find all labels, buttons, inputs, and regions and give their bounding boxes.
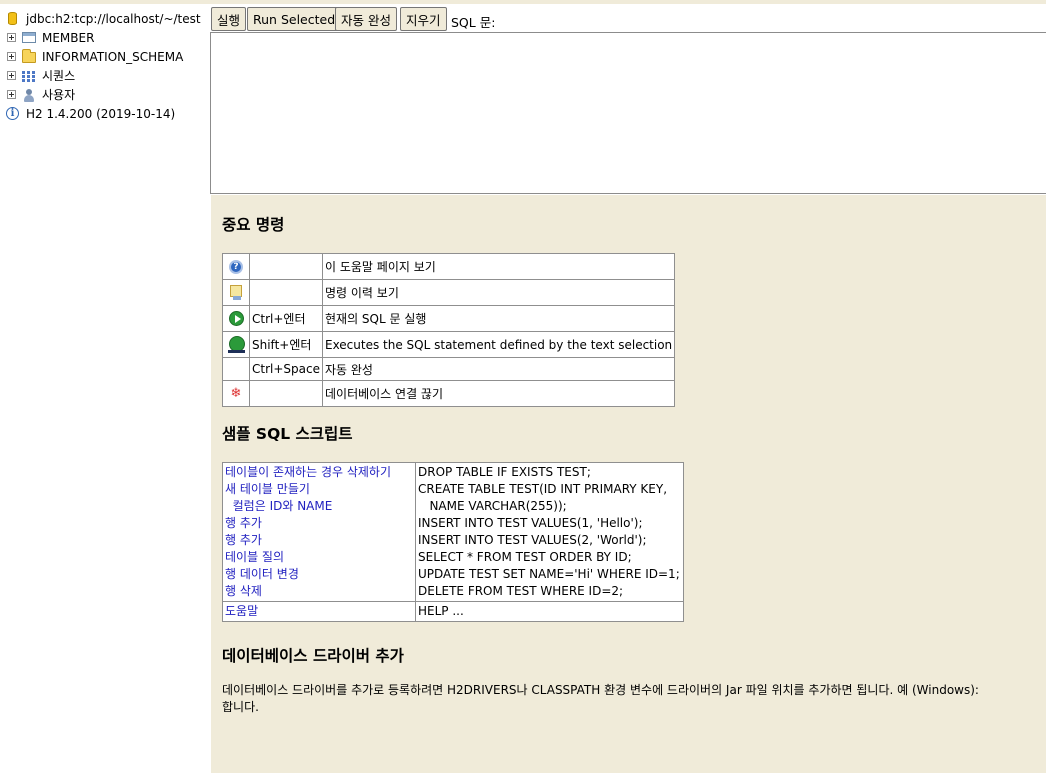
driver-description: 데이터베이스 드라이버를 추가로 등록하려면 H2DRIVERS나 CLASSP…	[222, 682, 1046, 716]
sample-sql: SELECT * FROM TEST ORDER BY ID;	[418, 550, 632, 564]
tree-version: i H2 1.4.200 (2019-10-14)	[0, 104, 175, 123]
command-row: 명령 이력 보기	[222, 279, 676, 306]
expand-icon[interactable]	[7, 90, 16, 99]
sample-link[interactable]: 테이블이 존재하는 경우 삭제하기	[225, 464, 413, 481]
sample-link[interactable]: 행 삭제	[225, 583, 413, 600]
command-key: Ctrl+Space	[249, 357, 323, 381]
expand-icon[interactable]	[7, 52, 16, 61]
tree-connection[interactable]: jdbc:h2:tcp://localhost/~/test	[0, 9, 201, 28]
tree-item-label: 사용자	[42, 88, 76, 102]
sample-sql-table: 테이블이 존재하는 경우 삭제하기 새 테이블 만들기 컬럼은 ID와 NAME…	[222, 462, 684, 622]
important-commands-heading: 중요 명령	[222, 216, 285, 234]
tree-item-information-schema[interactable]: INFORMATION_SCHEMA	[0, 47, 183, 66]
command-key	[249, 380, 323, 407]
help-row: 도움말 HELP ...	[222, 601, 684, 622]
help-sql: HELP ...	[415, 601, 684, 622]
tree-item-users[interactable]: 사용자	[0, 85, 75, 104]
command-desc: 현재의 SQL 문 실행	[321, 305, 676, 332]
command-desc: 데이터베이스 연결 끊기	[321, 380, 676, 407]
sample-sql-heading: 샘플 SQL 스크립트	[222, 425, 353, 443]
toolbar: 실행 Run Selected 자동 완성 지우기 SQL 문:	[210, 4, 1046, 32]
driver-desc-line: 합니다.	[222, 700, 259, 714]
sample-link[interactable]: 행 데이터 변경	[225, 566, 413, 583]
object-tree: jdbc:h2:tcp://localhost/~/test MEMBER IN…	[0, 8, 210, 773]
command-key: Ctrl+엔터	[249, 305, 323, 332]
tree-item-label: 시퀀스	[42, 69, 76, 83]
info-icon: i	[6, 107, 19, 120]
run-icon[interactable]	[228, 311, 244, 326]
tree-item-member[interactable]: MEMBER	[0, 28, 94, 47]
sample-sql: DROP TABLE IF EXISTS TEST;	[418, 465, 591, 479]
help-icon[interactable]: ?	[229, 259, 243, 274]
help-panel: 중요 명령 ? 이 도움말 페이지 보기 명령 이력 보기 Ctrl+엔터 현재…	[211, 195, 1046, 773]
run-selected-icon[interactable]	[227, 336, 245, 353]
command-row: ❄ 데이터베이스 연결 끊기	[222, 380, 676, 407]
sample-sql: INSERT INTO TEST VALUES(2, 'World');	[418, 533, 647, 547]
sql-editor[interactable]	[210, 32, 1046, 194]
users-icon	[22, 88, 36, 102]
sample-sql: DELETE FROM TEST WHERE ID=2;	[418, 584, 624, 598]
sample-sql: NAME VARCHAR(255));	[418, 499, 567, 513]
command-key	[249, 253, 323, 280]
database-icon	[8, 12, 17, 25]
sample-link[interactable]: 행 추가	[225, 515, 413, 532]
command-desc: Executes the SQL statement defined by th…	[321, 331, 676, 358]
tree-item-label: INFORMATION_SCHEMA	[42, 49, 184, 64]
command-desc: 자동 완성	[321, 357, 676, 381]
sample-sql: UPDATE TEST SET NAME='Hi' WHERE ID=1;	[418, 567, 680, 581]
sequence-icon	[22, 69, 36, 83]
sample-sql: CREATE TABLE TEST(ID INT PRIMARY KEY,	[418, 482, 668, 496]
command-row: Ctrl+엔터 현재의 SQL 문 실행	[222, 305, 676, 332]
version-label: H2 1.4.200 (2019-10-14)	[26, 106, 176, 121]
sample-link[interactable]: 테이블 질의	[225, 549, 413, 566]
tree-item-label: MEMBER	[42, 30, 95, 45]
sample-script-row: 테이블이 존재하는 경우 삭제하기 새 테이블 만들기 컬럼은 ID와 NAME…	[222, 462, 684, 602]
command-key: Shift+엔터	[249, 331, 323, 358]
command-desc: 이 도움말 페이지 보기	[321, 253, 676, 280]
run-button[interactable]: 실행	[211, 7, 247, 31]
sample-link[interactable]: 컬럼은 ID와 NAME	[225, 498, 413, 515]
command-desc: 명령 이력 보기	[321, 279, 676, 306]
command-row: ? 이 도움말 페이지 보기	[222, 253, 676, 280]
connection-label: jdbc:h2:tcp://localhost/~/test	[26, 11, 201, 26]
sample-link[interactable]: 새 테이블 만들기	[225, 481, 413, 498]
autocomplete-button[interactable]: 자동 완성	[335, 7, 397, 31]
commands-table: ? 이 도움말 페이지 보기 명령 이력 보기 Ctrl+엔터 현재의 SQL …	[222, 253, 676, 407]
sql-statement-label: SQL 문:	[451, 15, 496, 30]
clear-button[interactable]: 지우기	[400, 7, 447, 31]
expand-icon[interactable]	[7, 33, 16, 42]
sample-link[interactable]: 행 추가	[225, 532, 413, 549]
expand-icon[interactable]	[7, 71, 16, 80]
table-icon	[22, 31, 36, 45]
driver-desc-line: 데이터베이스 드라이버를 추가로 등록하려면 H2DRIVERS나 CLASSP…	[222, 683, 979, 697]
disconnect-icon[interactable]: ❄	[228, 386, 244, 401]
run-selected-button[interactable]: Run Selected	[247, 7, 342, 31]
command-row: Ctrl+Space 자동 완성	[222, 357, 676, 381]
tree-item-sequences[interactable]: 시퀀스	[0, 66, 75, 85]
sample-sql: INSERT INTO TEST VALUES(1, 'Hello');	[418, 516, 643, 530]
command-key	[249, 279, 323, 306]
command-row: Shift+엔터 Executes the SQL statement defi…	[222, 331, 676, 358]
driver-heading: 데이터베이스 드라이버 추가	[222, 647, 404, 665]
folder-icon	[22, 49, 36, 64]
history-icon[interactable]	[230, 284, 242, 301]
help-link[interactable]: 도움말	[225, 603, 413, 620]
